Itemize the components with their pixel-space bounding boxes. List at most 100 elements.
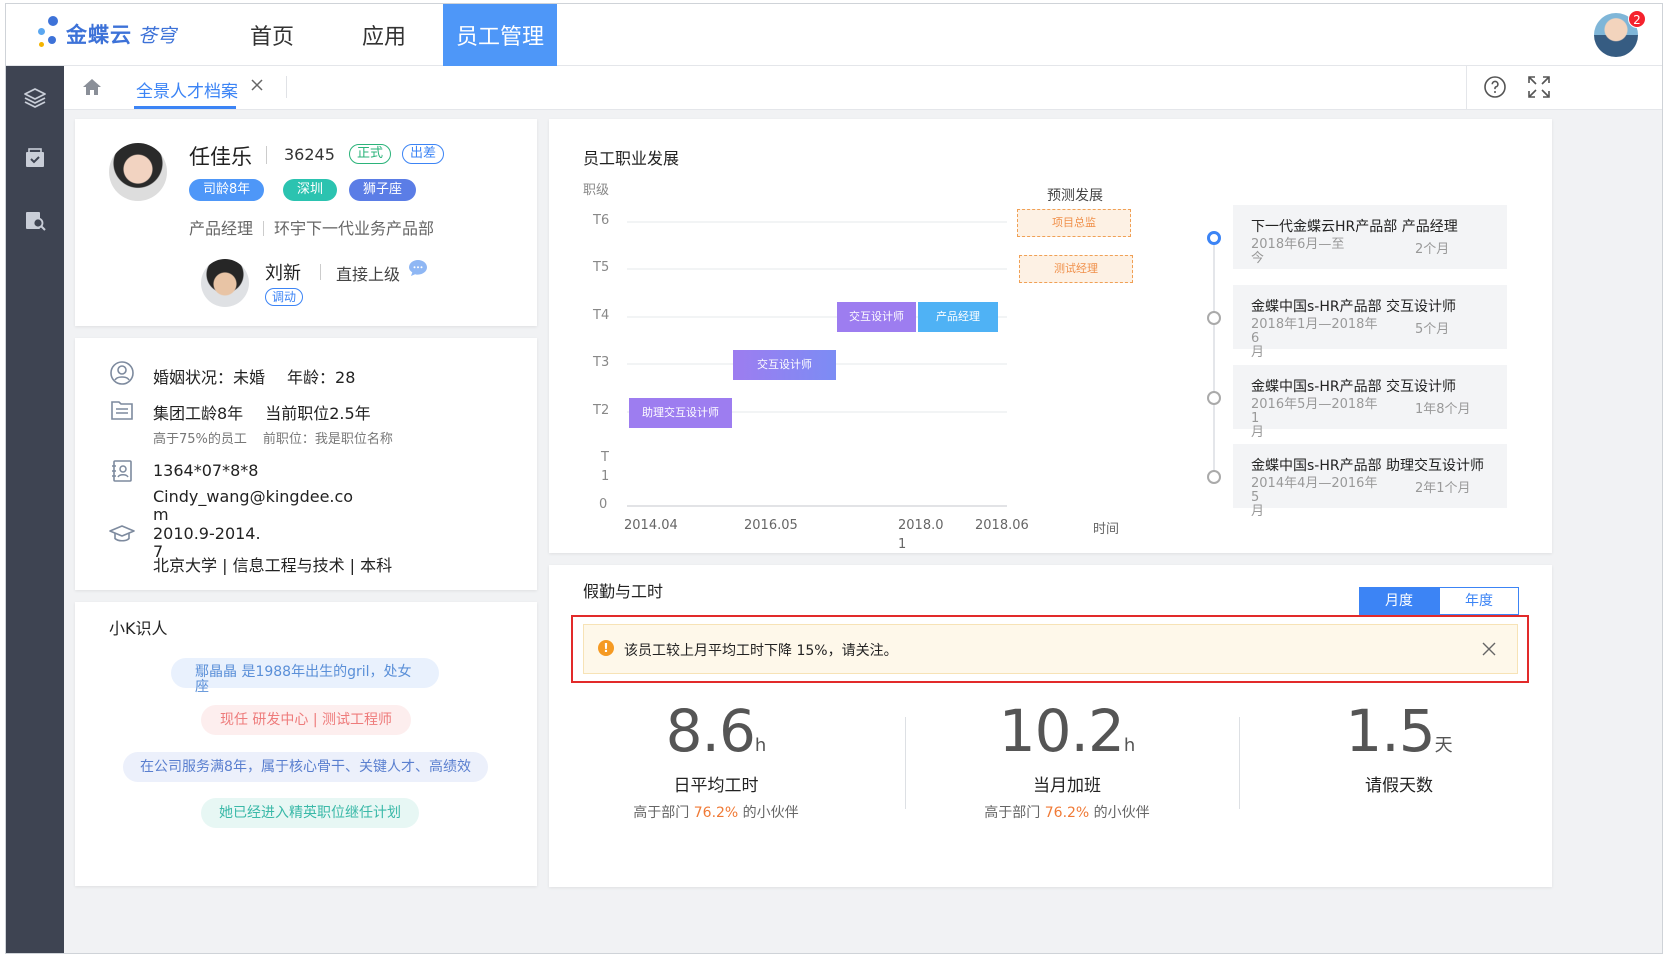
stat-label: 当月加班 <box>1033 776 1101 796</box>
current-position-years: 当前职位2.5年 <box>265 404 371 423</box>
alert-banner: ! 该员工较上月平均工时下降 15%，请关注。 <box>583 624 1518 674</box>
graduation-cap-icon <box>109 525 135 542</box>
k-insight-card: 小K识人 鄢晶晶 是1988年出生的gril，处女座 现任 研发中心 | 测试工… <box>75 602 537 886</box>
timeline-duration: 1年8个月 <box>1415 402 1471 417</box>
status-badge-travel: 出差 <box>402 144 445 164</box>
nav-employee-management[interactable]: 员工管理 <box>443 4 557 66</box>
stat-divider <box>1239 717 1240 809</box>
y-tick: 1 <box>601 469 610 484</box>
timeline-duration: 5个月 <box>1415 322 1450 337</box>
toolbar-separator <box>1466 66 1467 110</box>
personal-info-card: 婚姻状况：未婚 年龄：28 集团工龄8年 当前职位2.5年 高于75%的员工 前职位：… <box>75 338 537 590</box>
employee-name: 任佳乐 <box>189 145 252 169</box>
toggle-monthly[interactable]: 月度 <box>1359 587 1439 615</box>
tab-close-icon[interactable] <box>248 76 266 94</box>
predicted-project-director[interactable]: 项目总监 <box>1017 209 1131 237</box>
career-bar-designer-t4[interactable]: 交互设计师 <box>837 302 916 332</box>
timeline-entry[interactable]: 金蝶中国s-HR产品部 助理交互设计师 2014年4月—2016年5 月 2年1个… <box>1233 444 1507 519</box>
predicted-test-manager[interactable]: 测试经理 <box>1019 255 1133 283</box>
stat-unit: h <box>1123 735 1136 756</box>
k-card-title: 小K识人 <box>109 619 168 638</box>
nav-home[interactable]: 首页 <box>232 4 312 66</box>
chat-icon[interactable] <box>408 259 428 277</box>
timeline-entry[interactable]: 金蝶中国s-HR产品部 交互设计师 2018年1月—2018年6 月 5个月 <box>1233 285 1507 360</box>
attendance-card: 假勤与工时 月度 年度 ! 该员工较上月平均工时下降 15%，请关注。 8.6h… <box>549 565 1552 887</box>
alert-close-icon[interactable] <box>1481 641 1497 657</box>
employee-role: 产品经理 环宇下一代业务产品部 <box>189 215 434 239</box>
timeline-entry[interactable]: 下一代金蝶云HR产品部 产品经理 2018年6月—至今 2个月 <box>1233 205 1507 269</box>
nav-apps[interactable]: 应用 <box>344 4 424 66</box>
folder-icon <box>111 401 133 420</box>
layers-icon[interactable] <box>23 86 47 110</box>
stat-comparison: 高于部门 76.2% 的小伙伴 <box>633 805 799 821</box>
career-development-card: 员工职业发展 职级 预测发展 T6 T5 T4 T3 T2 T 1 0 2014… <box>549 119 1552 553</box>
tag-city: 深圳 <box>283 179 338 201</box>
toggle-yearly[interactable]: 年度 <box>1439 587 1519 615</box>
stat-monthly-overtime: 10.2h 当月加班 高于部门 76.2% 的小伙伴 <box>917 697 1217 822</box>
career-bar-assistant-designer[interactable]: 助理交互设计师 <box>629 398 732 428</box>
timeline-period: 2016年5月—2018年1 月 <box>1251 397 1378 440</box>
career-bar-designer[interactable]: 交互设计师 <box>733 350 836 380</box>
manager-avatar[interactable] <box>201 259 249 307</box>
insight-bubble-current-role: 现任 研发中心 | 测试工程师 <box>201 705 411 735</box>
stat-unit: h <box>754 735 767 756</box>
career-bar-product-manager[interactable]: 产品经理 <box>918 302 998 332</box>
insight-bubble-service: 在公司服务满8年，属于核心骨干、关键人才、高绩效 <box>123 752 488 782</box>
employee-avatar[interactable] <box>109 143 167 201</box>
timeline-dot <box>1207 311 1221 325</box>
x-tick: 2018.06 <box>975 518 1029 533</box>
manager-tag-transfer: 调动 <box>265 288 304 306</box>
alert-text: 该员工较上月平均工时下降 15%，请关注。 <box>624 643 898 659</box>
attendance-title: 假勤与工时 <box>583 582 664 601</box>
home-icon[interactable] <box>82 77 102 97</box>
x-axis-label: 时间 <box>1093 522 1120 537</box>
logo-text: 金蝶云 <box>66 23 132 47</box>
tab-separator <box>286 76 287 98</box>
help-icon[interactable] <box>1483 75 1507 99</box>
warning-icon: ! <box>598 640 614 656</box>
user-circle-icon <box>110 361 134 385</box>
email: Cindy_wang@kingdee.co m <box>153 487 354 524</box>
notification-badge: 2 <box>1628 10 1646 28</box>
timeline-dot <box>1207 391 1221 405</box>
left-sidebar <box>6 66 64 953</box>
status-badge-formal: 正式 <box>349 144 392 164</box>
y-tick: 0 <box>599 497 608 512</box>
stat-value: 8.6 <box>665 697 756 765</box>
timeline-period: 2014年4月—2016年5 月 <box>1251 476 1378 519</box>
timeline-duration: 2年1个月 <box>1415 481 1471 496</box>
logo[interactable]: 金蝶云 苍穹 <box>36 16 176 52</box>
group-tenure: 集团工龄8年 当前职位2.5年 <box>153 404 371 423</box>
stat-label: 日平均工时 <box>673 776 759 796</box>
tab-talent-profile[interactable]: 全景人才档案 <box>136 77 238 102</box>
phone: 1364*07*8*8 <box>153 461 259 480</box>
logo-dots-icon <box>36 16 66 52</box>
insight-bubble-birth: 鄢晶晶 是1988年出生的gril，处女座 <box>171 658 439 695</box>
education-detail: 北京大学 | 信息工程与技术 | 本科 <box>153 556 393 575</box>
stat-daily-hours: 8.6h 日平均工时 高于部门 76.2% 的小伙伴 <box>566 697 866 822</box>
fullscreen-icon[interactable] <box>1526 74 1552 100</box>
timeline-line <box>1213 239 1215 477</box>
stat-value: 1.5 <box>1345 697 1435 765</box>
x-tick: 1 <box>898 537 907 552</box>
stat-value: 10.2 <box>998 697 1125 765</box>
profile-card: 任佳乐 36245 正式 出差 司龄8年 深圳 狮子座 产品经理 环宇下一代业务产… <box>75 119 537 326</box>
timeline-dot <box>1207 470 1221 484</box>
position: 产品经理 <box>189 219 254 238</box>
previous-position: 前职位：我是职位名称 <box>262 432 393 447</box>
insight-bubble-succession: 她已经进入精英职位继任计划 <box>201 798 419 828</box>
divider <box>266 146 267 164</box>
clipboard-search-icon[interactable] <box>23 208 47 232</box>
timeline-entry[interactable]: 金蝶中国s-HR产品部 交互设计师 2016年5月—2018年1 月 1年8个月 <box>1233 365 1507 440</box>
stat-leave-days: 1.5天 请假天数 <box>1249 697 1549 796</box>
y-tick: T5 <box>593 260 610 275</box>
y-tick: T <box>601 450 609 465</box>
timeline-role: 金蝶中国s-HR产品部 交互设计师 <box>1251 379 1457 395</box>
employee-id: 36245 <box>284 145 335 164</box>
approval-box-icon[interactable] <box>23 146 47 170</box>
timeline-role: 金蝶中国s-HR产品部 交互设计师 <box>1251 299 1457 315</box>
tab-active-indicator <box>134 106 236 109</box>
timeline-role: 金蝶中国s-HR产品部 助理交互设计师 <box>1251 458 1485 474</box>
y-tick: T3 <box>593 355 610 370</box>
x-tick: 2018.0 <box>898 518 944 533</box>
